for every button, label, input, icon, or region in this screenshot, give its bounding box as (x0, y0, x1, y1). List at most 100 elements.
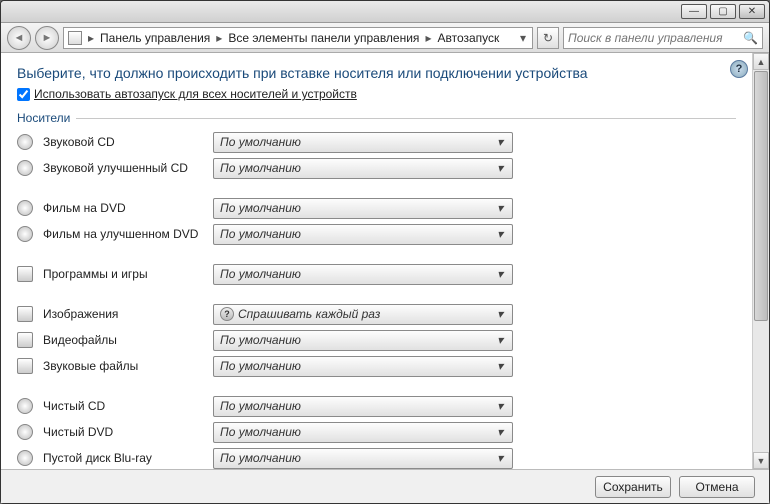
use-autoplay-row: Использовать автозапуск для всех носител… (17, 87, 736, 101)
combo-value: По умолчанию (220, 359, 492, 373)
media-label: Видеофайлы (43, 333, 203, 347)
use-autoplay-checkbox[interactable] (17, 88, 30, 101)
action-combo[interactable]: По умолчанию▾ (213, 330, 513, 351)
media-label: Звуковой CD (43, 135, 203, 149)
combo-value: По умолчанию (220, 135, 492, 149)
disc-icon (17, 200, 33, 216)
action-combo[interactable]: По умолчанию▾ (213, 356, 513, 377)
app-icon (17, 266, 33, 282)
back-button[interactable]: ◄ (7, 26, 31, 50)
disc-icon (17, 450, 33, 466)
save-button[interactable]: Сохранить (595, 476, 671, 498)
chevron-down-icon: ▾ (492, 135, 508, 149)
forward-button[interactable]: ► (35, 26, 59, 50)
media-label: Звуковой улучшенный CD (43, 161, 203, 175)
app-icon (17, 306, 33, 322)
minimize-button[interactable]: — (681, 4, 707, 19)
combo-value: По умолчанию (220, 399, 492, 413)
media-row: Изображения? Спрашивать каждый раз▾ (17, 301, 736, 327)
media-row: Звуковой улучшенный CD По умолчанию▾ (17, 155, 736, 181)
search-input[interactable] (568, 31, 743, 45)
action-combo[interactable]: По умолчанию▾ (213, 264, 513, 285)
disc-icon (17, 424, 33, 440)
chevron-right-icon: ▸ (424, 31, 432, 45)
combo-value: По умолчанию (220, 451, 492, 465)
chevron-down-icon: ▾ (492, 161, 508, 175)
disc-icon (17, 226, 33, 242)
combo-value: По умолчанию (220, 161, 492, 175)
close-button[interactable]: ✕ (739, 4, 765, 19)
titlebar: — ▢ ✕ (1, 1, 769, 23)
media-row: Фильм на DVD По умолчанию▾ (17, 195, 736, 221)
media-label: Чистый CD (43, 399, 203, 413)
refresh-button[interactable]: ↻ (537, 27, 559, 49)
breadcrumb[interactable]: Панель управления (97, 31, 213, 45)
chevron-down-icon: ▾ (492, 425, 508, 439)
search-icon: 🔍 (743, 31, 758, 45)
combo-value: По умолчанию (220, 201, 492, 215)
disc-icon (17, 398, 33, 414)
action-combo[interactable]: По умолчанию▾ (213, 198, 513, 219)
navbar: ◄ ► ▸ Панель управления ▸ Все элементы п… (1, 23, 769, 53)
chevron-down-icon: ▾ (492, 359, 508, 373)
media-label: Фильм на DVD (43, 201, 203, 215)
action-combo[interactable]: По умолчанию▾ (213, 422, 513, 443)
search-box[interactable]: 🔍 (563, 27, 763, 49)
media-label: Фильм на улучшенном DVD (43, 227, 203, 241)
action-combo[interactable]: По умолчанию▾ (213, 158, 513, 179)
action-combo[interactable]: По умолчанию▾ (213, 448, 513, 469)
chevron-down-icon: ▾ (492, 267, 508, 281)
media-row: Пустой диск Blu-ray По умолчанию▾ (17, 445, 736, 469)
media-row: Чистый CD По умолчанию▾ (17, 393, 736, 419)
media-label: Пустой диск Blu-ray (43, 451, 203, 465)
address-dropdown[interactable]: ▾ (516, 31, 530, 45)
main-panel: Выберите, что должно происходить при вст… (1, 53, 752, 469)
action-combo[interactable]: По умолчанию▾ (213, 396, 513, 417)
media-label: Звуковые файлы (43, 359, 203, 373)
question-icon: ? (220, 307, 234, 321)
media-row: Звуковой CD По умолчанию▾ (17, 129, 736, 155)
disc-icon (17, 134, 33, 150)
action-combo[interactable]: По умолчанию▾ (213, 132, 513, 153)
chevron-down-icon: ▾ (492, 333, 508, 347)
chevron-down-icon: ▾ (492, 399, 508, 413)
address-bar[interactable]: ▸ Панель управления ▸ Все элементы панел… (63, 27, 533, 49)
help-button[interactable]: ? (730, 60, 748, 78)
action-combo[interactable]: ? Спрашивать каждый раз▾ (213, 304, 513, 325)
breadcrumb[interactable]: Автозапуск (434, 31, 502, 45)
combo-value: По умолчанию (220, 227, 492, 241)
media-label: Программы и игры (43, 267, 203, 281)
combo-value: Спрашивать каждый раз (238, 307, 492, 321)
location-icon (68, 31, 82, 45)
group-media: Носители (17, 111, 736, 125)
breadcrumb[interactable]: Все элементы панели управления (225, 31, 422, 45)
page-title: Выберите, что должно происходить при вст… (17, 65, 736, 81)
scroll-thumb[interactable] (754, 71, 768, 321)
scroll-up-icon[interactable]: ▲ (753, 53, 769, 70)
combo-value: По умолчанию (220, 267, 492, 281)
action-combo[interactable]: По умолчанию▾ (213, 224, 513, 245)
maximize-button[interactable]: ▢ (710, 4, 736, 19)
content-area: Выберите, что должно происходить при вст… (1, 53, 769, 469)
app-icon (17, 358, 33, 374)
vertical-scrollbar[interactable]: ▲ ▼ (752, 53, 769, 469)
media-label: Чистый DVD (43, 425, 203, 439)
chevron-down-icon: ▾ (492, 307, 508, 321)
media-row: Программы и игры По умолчанию▾ (17, 261, 736, 287)
cancel-button[interactable]: Отмена (679, 476, 755, 498)
scroll-down-icon[interactable]: ▼ (753, 452, 769, 469)
app-icon (17, 332, 33, 348)
footer: Сохранить Отмена (1, 469, 769, 503)
media-row: Звуковые файлы По умолчанию▾ (17, 353, 736, 379)
chevron-down-icon: ▾ (492, 201, 508, 215)
chevron-right-icon: ▸ (87, 31, 95, 45)
media-row: Фильм на улучшенном DVD По умолчанию▾ (17, 221, 736, 247)
window-frame: — ▢ ✕ ◄ ► ▸ Панель управления ▸ Все элем… (0, 0, 770, 504)
disc-icon (17, 160, 33, 176)
divider (76, 118, 736, 119)
group-media-label: Носители (17, 111, 70, 125)
chevron-down-icon: ▾ (492, 451, 508, 465)
media-label: Изображения (43, 307, 203, 321)
use-autoplay-label[interactable]: Использовать автозапуск для всех носител… (34, 87, 357, 101)
media-row: Видеофайлы По умолчанию▾ (17, 327, 736, 353)
